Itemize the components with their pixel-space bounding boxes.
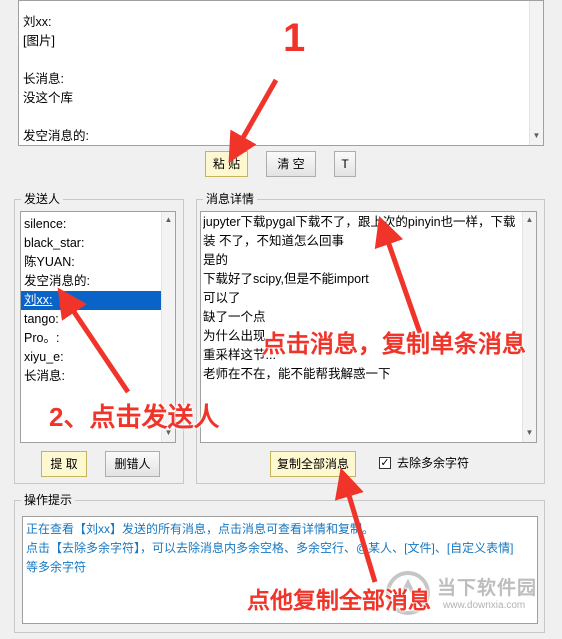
annotation-step1: 1 (283, 16, 306, 60)
arrow-to-sender (57, 287, 131, 394)
annotation-click-message: 点击消息，复制单条消息 (262, 331, 526, 358)
annotation-copy-all: 点他复制全部消息 (247, 587, 431, 613)
annotation-step2: 2、点击发送人 (49, 402, 220, 432)
arrow-to-copy-all (334, 467, 378, 583)
annotation-arrows (57, 78, 423, 583)
arrow-to-detail (374, 215, 423, 334)
arrow-to-paste (228, 78, 279, 164)
